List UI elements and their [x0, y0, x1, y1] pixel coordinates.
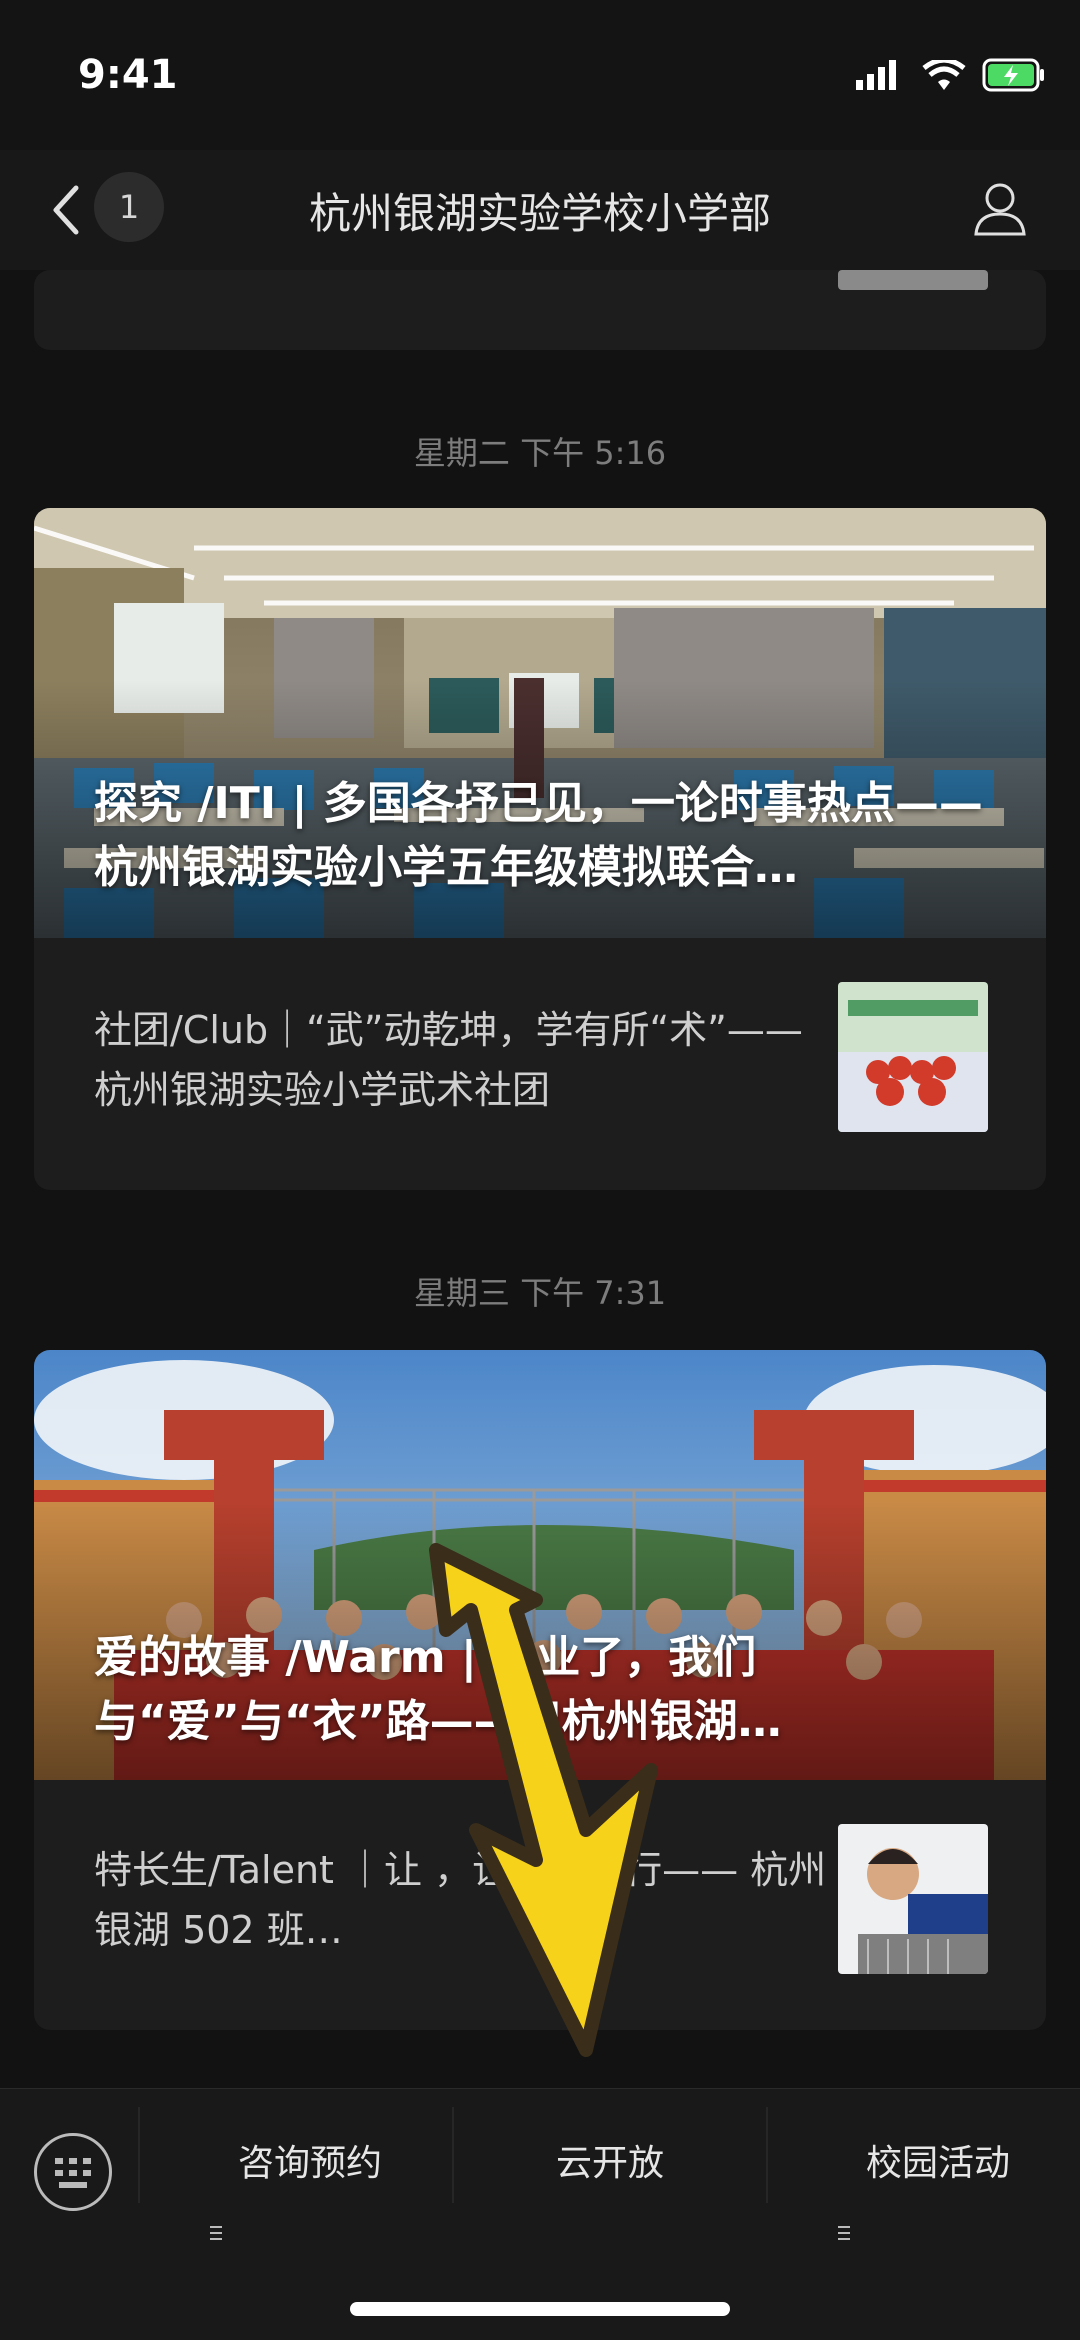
menu-item-label: 云开放: [555, 2143, 664, 2184]
cellular-signal-icon: [856, 60, 896, 90]
menu-item-campus-activities[interactable]: 校园活动: [768, 2089, 1080, 2240]
article-subtitle[interactable]: 社团/Club｜“武”动乾坤，学有所“术”——杭州银湖实验小学武术社团: [94, 1000, 834, 1120]
menu-item-cloud-open[interactable]: 云开放: [454, 2089, 766, 2239]
article-thumbnail[interactable]: [838, 982, 988, 1132]
article-thumbnail[interactable]: [838, 1824, 988, 1974]
menu-item-label: 咨询预约: [237, 2143, 382, 2184]
message-timestamp: 星期三 下午 7:31: [413, 1274, 667, 1312]
menu-item-consultation[interactable]: 咨询预约: [140, 2089, 452, 2240]
home-indicator[interactable]: [350, 2302, 730, 2316]
keyboard-icon[interactable]: [34, 2133, 112, 2211]
article-card[interactable]: 探究 /ITI | 多国各抒已见，一论时事热点——杭州银湖实验小学五年级模拟联合…: [34, 508, 1046, 1190]
menu-item-label: 校园活动: [865, 2143, 1010, 2184]
menu-list-icon: [209, 2156, 222, 2240]
previous-article-card[interactable]: [34, 270, 1046, 350]
menu-list-icon: [837, 2156, 850, 2240]
previous-article-thumbnail: [838, 270, 988, 290]
message-timestamp: 星期二 下午 5:16: [413, 434, 667, 472]
battery-charging-icon: [982, 58, 1044, 92]
status-time: 9:41: [78, 52, 178, 98]
article-cover-title: 探究 /ITI | 多国各抒已见，一论时事热点——杭州银湖实验小学五年级模拟联合…: [94, 778, 983, 893]
status-bar: 9:41: [0, 0, 1080, 150]
arrow-down-icon: [429, 1543, 658, 2057]
wifi-icon: [922, 60, 966, 90]
profile-icon[interactable]: [970, 178, 1030, 238]
page-title: 杭州银湖实验学校小学部: [308, 189, 771, 238]
